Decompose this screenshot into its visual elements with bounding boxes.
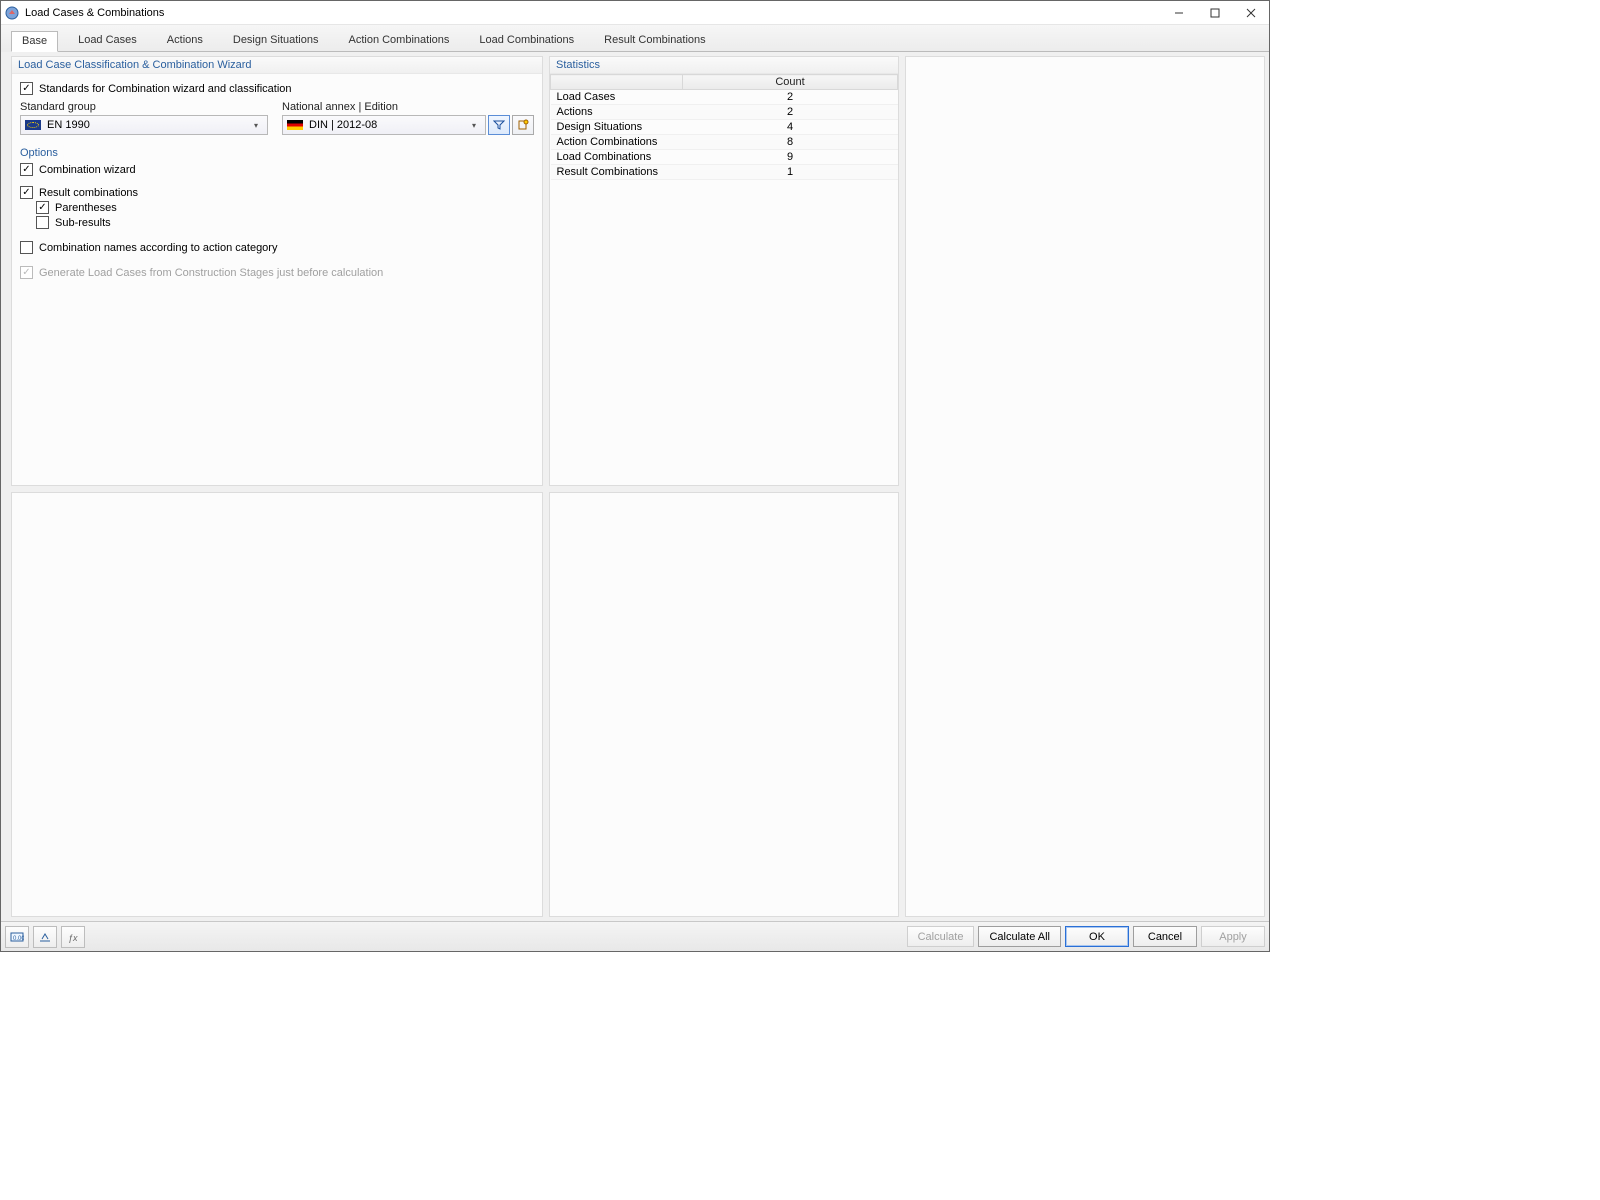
filter-button[interactable] [488,115,510,135]
stats-row-count: 8 [683,135,898,150]
close-button[interactable] [1233,1,1269,25]
minimize-button[interactable] [1161,1,1197,25]
parentheses-checkbox[interactable] [36,201,49,214]
stats-row-name: Design Situations [551,120,683,135]
tab-result-combinations[interactable]: Result Combinations [594,31,716,51]
tab-actions[interactable]: Actions [157,31,213,51]
stats-col-count: Count [683,75,898,90]
maximize-button[interactable] [1197,1,1233,25]
content-area: Load Case Classification & Combination W… [1,52,1269,921]
subresults-checkbox[interactable] [36,216,49,229]
stats-row-name: Result Combinations [551,165,683,180]
wizard-panel: Load Case Classification & Combination W… [11,56,543,486]
result-combos-checkbox[interactable] [20,186,33,199]
stats-row-count: 1 [683,165,898,180]
parentheses-label: Parentheses [55,202,117,214]
statistics-panel: Statistics Count Load Cases2Actions2Desi… [549,56,899,486]
annex-value: DIN | 2012-08 [309,119,467,131]
cancel-button[interactable]: Cancel [1133,926,1197,947]
std-group-select[interactable]: EN 1990 ▾ [20,115,268,135]
de-flag-icon [287,120,303,130]
svg-text:0.00: 0.00 [13,936,24,942]
result-combos-label: Result combinations [39,187,138,199]
tab-design-situations[interactable]: Design Situations [223,31,329,51]
annex-label: National annex | Edition [282,101,534,113]
stats-row: Design Situations4 [551,120,898,135]
stats-row-name: Actions [551,105,683,120]
function-button[interactable]: ƒx [61,926,85,948]
calculate-all-button[interactable]: Calculate All [978,926,1061,947]
stats-col-name [551,75,683,90]
tab-base[interactable]: Base [11,31,58,52]
standards-checkbox-label: Standards for Combination wizard and cla… [39,83,292,95]
stats-row: Result Combinations1 [551,165,898,180]
options-header: Options [20,147,534,159]
standards-checkbox[interactable] [20,82,33,95]
statistics-table: Count Load Cases2Actions2Design Situatio… [550,74,898,180]
stats-row: Action Combinations8 [551,135,898,150]
stats-row: Load Cases2 [551,90,898,105]
stats-row-count: 4 [683,120,898,135]
tab-load-cases[interactable]: Load Cases [68,31,147,51]
generate-lc-checkbox [20,266,33,279]
left-bottom-panel [11,492,543,917]
svg-text:ƒx: ƒx [68,933,78,943]
ok-button[interactable]: OK [1065,926,1129,947]
combo-wizard-checkbox[interactable] [20,163,33,176]
std-group-label: Standard group [20,101,268,113]
combo-names-label: Combination names according to action ca… [39,242,277,254]
eu-flag-icon [25,120,41,130]
new-annex-button[interactable] [512,115,534,135]
calculate-button: Calculate [907,926,975,947]
stats-row-name: Load Cases [551,90,683,105]
annex-select[interactable]: DIN | 2012-08 ▾ [282,115,486,135]
tabbar: Base Load Cases Actions Design Situations Ac… [11,31,1269,52]
wizard-panel-header: Load Case Classification & Combination W… [12,57,542,74]
tab-load-combinations[interactable]: Load Combinations [469,31,584,51]
apply-button: Apply [1201,926,1265,947]
stats-row-name: Load Combinations [551,150,683,165]
std-group-value: EN 1990 [47,119,249,131]
tab-action-combinations[interactable]: Action Combinations [338,31,459,51]
stats-row-name: Action Combinations [551,135,683,150]
stats-row-count: 9 [683,150,898,165]
window-title: Load Cases & Combinations [25,7,164,19]
chevron-down-icon: ▾ [467,121,481,130]
titlebar: Load Cases & Combinations [1,1,1269,25]
mid-bottom-panel [549,492,899,917]
subresults-label: Sub-results [55,217,111,229]
combo-wizard-label: Combination wizard [39,164,136,176]
units-button[interactable]: 0.00 [5,926,29,948]
stats-row-count: 2 [683,105,898,120]
chevron-down-icon: ▾ [249,121,263,130]
statistics-header: Statistics [550,57,898,74]
right-panel [905,56,1265,917]
generate-lc-label: Generate Load Cases from Construction St… [39,267,383,279]
stats-row-count: 2 [683,90,898,105]
combo-names-checkbox[interactable] [20,241,33,254]
app-icon [5,6,19,20]
footer-bar: 0.00 ƒx Calculate Calculate All OK Cance… [1,921,1269,951]
tabbar-container: Base Load Cases Actions Design Situations Ac… [1,25,1269,52]
stats-row: Load Combinations9 [551,150,898,165]
stats-row: Actions2 [551,105,898,120]
export-button[interactable] [33,926,57,948]
